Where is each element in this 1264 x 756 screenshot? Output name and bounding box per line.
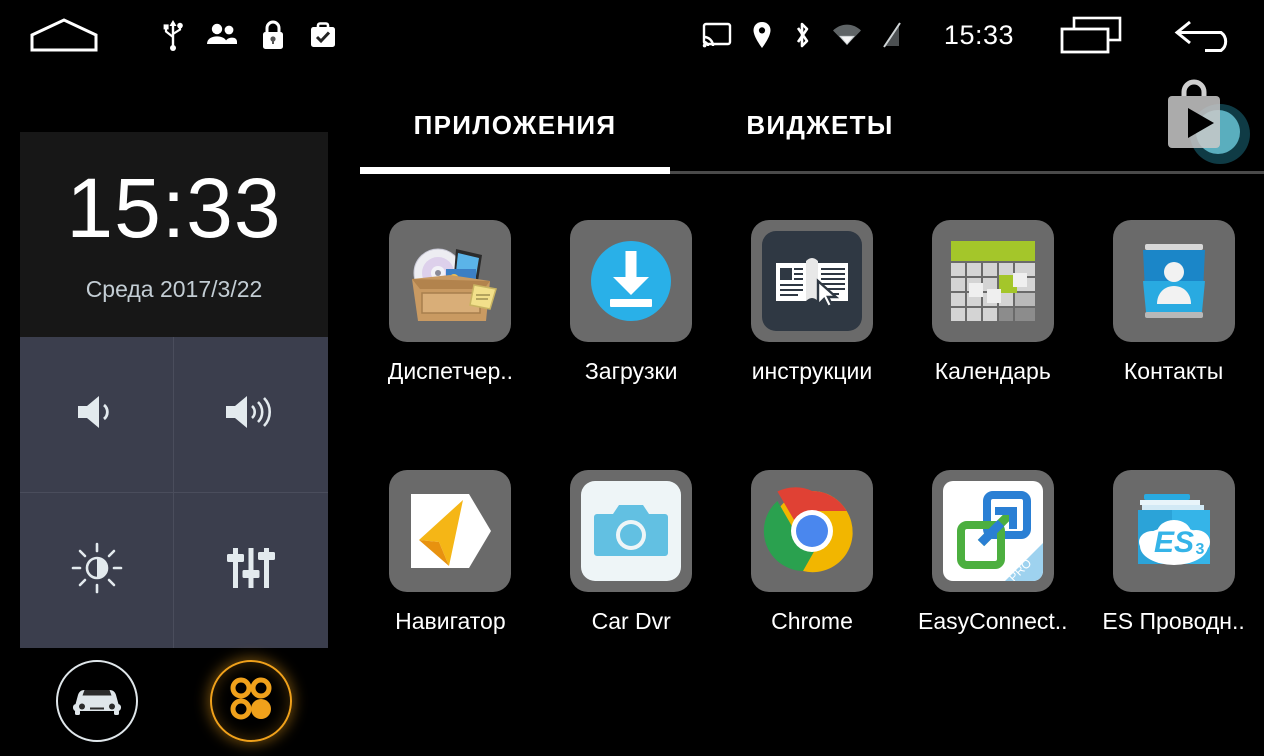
tab-underline-active (360, 167, 670, 174)
easyconnect-icon: PRO (931, 469, 1054, 592)
briefcase-check-icon (308, 20, 338, 50)
wifi-icon (832, 23, 862, 47)
car-mode-button[interactable] (56, 660, 138, 742)
app-item[interactable]: Календарь (902, 198, 1083, 448)
app-drawer: ПРИЛОЖЕНИЯ ВИДЖЕТЫ Диспетчер.. Загрузки … (345, 70, 1264, 697)
app-label: Навигатор (395, 607, 506, 634)
cast-icon (702, 22, 732, 48)
camera-icon (570, 469, 693, 592)
calendar-icon (931, 220, 1054, 342)
app-item[interactable]: Навигатор (360, 448, 541, 698)
app-item[interactable]: Диспетчер.. (360, 198, 541, 448)
volume-low-icon (72, 390, 122, 439)
app-item[interactable]: Загрузки (541, 198, 722, 448)
manual-book-icon (750, 220, 873, 342)
es-logo-text: ES (1154, 526, 1194, 559)
app-label: Контакты (1123, 358, 1224, 384)
volume-down-button[interactable] (20, 337, 174, 493)
people-icon (206, 22, 238, 48)
app-grid: Диспетчер.. Загрузки инструкции Календар… (360, 198, 1264, 697)
volume-high-icon (222, 390, 280, 439)
app-label: Chrome (771, 607, 853, 634)
bluetooth-icon (792, 20, 812, 50)
clock-widget-date: Среда 2017/3/22 (85, 276, 263, 302)
app-item[interactable]: Car Dvr (541, 448, 722, 698)
app-item[interactable]: ES 3 ES Проводн.. (1083, 448, 1264, 698)
location-pin-icon (752, 21, 772, 49)
equalizer-button[interactable] (174, 493, 328, 649)
volume-up-button[interactable] (174, 337, 328, 493)
usb-icon (162, 18, 184, 52)
lock-icon (260, 19, 286, 51)
signal-off-icon (882, 22, 902, 48)
brightness-button[interactable] (20, 492, 174, 648)
es-logo-number: 3 (1195, 541, 1204, 558)
app-item[interactable]: Контакты (1083, 198, 1264, 448)
tab-underline-track (360, 167, 1264, 174)
equalizer-icon (226, 544, 276, 597)
es-file-explorer-icon: ES 3 (1112, 469, 1235, 592)
clock-widget-time: 15:33 (66, 161, 282, 255)
app-label: Загрузки (584, 358, 678, 384)
clock-widget[interactable]: 15:33 Среда 2017/3/22 (20, 132, 328, 337)
app-label: EasyConnect.. (917, 607, 1068, 634)
play-store-bag-icon[interactable] (1152, 78, 1256, 170)
contacts-icon (1112, 220, 1235, 342)
app-item[interactable]: PRO EasyConnect.. (902, 448, 1083, 698)
downloads-icon (570, 220, 693, 342)
app-label: ES Проводн.. (1102, 607, 1245, 634)
tab-applications[interactable]: ПРИЛОЖЕНИЯ (360, 88, 670, 163)
left-panel: 15:33 Среда 2017/3/22 (0, 70, 345, 742)
app-item[interactable]: инструкции (722, 198, 903, 448)
status-bar-left-icons (0, 18, 338, 52)
apps-grid-icon (227, 675, 275, 728)
status-bar-right-icons: 15:33 (702, 16, 1264, 54)
app-label: Диспетчер.. (387, 358, 514, 384)
brightness-icon (71, 542, 123, 599)
back-icon[interactable] (1174, 18, 1238, 52)
control-grid (20, 337, 328, 648)
app-drawer-button[interactable] (210, 660, 292, 742)
navigator-arrow-icon (389, 469, 512, 592)
dock-row (20, 656, 328, 756)
app-label: Календарь (934, 358, 1051, 384)
tab-widgets[interactable]: ВИДЖЕТЫ (670, 88, 970, 163)
status-bar: 15:33 (0, 0, 1264, 70)
chrome-icon (750, 469, 873, 592)
car-icon (70, 680, 124, 723)
status-bar-clock: 15:33 (943, 19, 1014, 50)
file-manager-box-icon (389, 220, 512, 342)
recents-icon[interactable] (1060, 16, 1122, 54)
app-item[interactable]: Chrome (722, 448, 903, 698)
home-outline-icon (30, 18, 98, 52)
app-label: Car Dvr (591, 607, 671, 634)
app-label: инструкции (751, 358, 873, 384)
